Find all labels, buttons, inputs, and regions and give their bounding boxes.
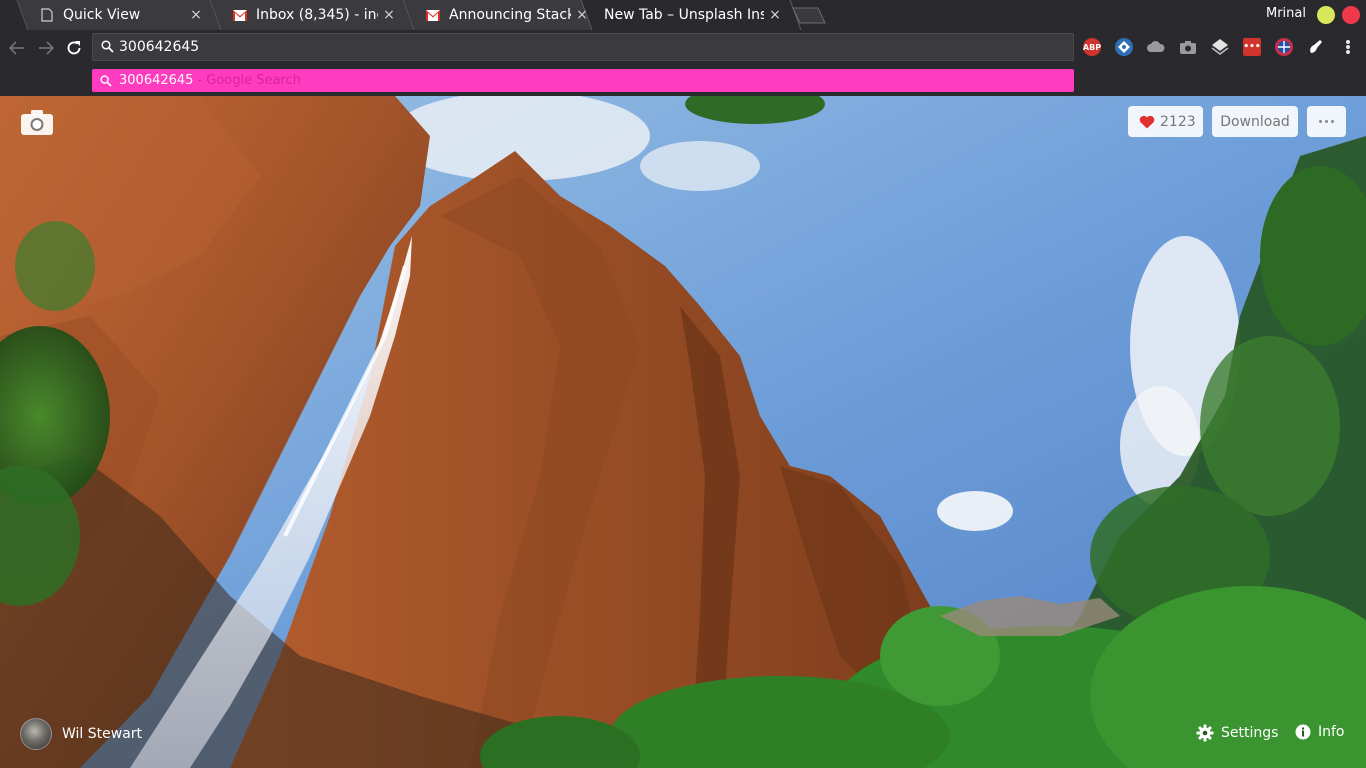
close-tab-icon[interactable]: ×: [768, 7, 782, 23]
author-name[interactable]: Wil Stewart: [62, 726, 142, 742]
close-tab-icon[interactable]: ×: [382, 7, 396, 23]
back-arrow-icon: [9, 41, 24, 55]
browser-menu-icon[interactable]: [1340, 38, 1356, 56]
background-photo: 2123 Download Wil Stewart Settings Info: [0, 96, 1366, 768]
tab-title: Inbox (8,345) - incre: [256, 7, 378, 23]
globe-icon[interactable]: [1275, 38, 1293, 56]
avatar: [20, 718, 52, 750]
brush-icon[interactable]: [1307, 38, 1325, 56]
close-tab-icon[interactable]: ×: [575, 7, 589, 23]
info-icon: [1295, 724, 1311, 740]
search-suggestion[interactable]: 300642645 - Google Search: [92, 69, 1074, 92]
info-label: Info: [1318, 724, 1345, 740]
tab-title: New Tab – Unsplash Ins: [604, 7, 764, 23]
tab-inbox[interactable]: Inbox (8,345) - incre ×: [211, 0, 404, 30]
extension-blue-icon[interactable]: [1115, 38, 1133, 56]
suggestion-query: 300642645: [119, 73, 194, 88]
info-button[interactable]: Info: [1295, 724, 1345, 740]
minimize-button[interactable]: [1317, 6, 1335, 24]
gmail-icon: [233, 8, 247, 22]
red-extension-icon[interactable]: •••: [1243, 38, 1261, 56]
forward-button[interactable]: [35, 37, 57, 59]
canyon-photo: [0, 96, 1366, 768]
address-bar[interactable]: 300642645: [92, 33, 1074, 61]
settings-label: Settings: [1221, 725, 1279, 741]
settings-button[interactable]: Settings: [1196, 724, 1278, 742]
search-icon: [100, 74, 112, 87]
close-window-button[interactable]: [1342, 6, 1360, 24]
tab-title: Announcing Stack O: [449, 7, 571, 23]
gmail-icon: [426, 8, 440, 22]
heart-icon: [1139, 115, 1155, 128]
adblock-plus-icon[interactable]: ABP: [1083, 38, 1101, 56]
tab-title: Quick View: [63, 7, 141, 23]
layers-icon[interactable]: [1211, 38, 1229, 56]
forward-arrow-icon: [39, 41, 54, 55]
like-button[interactable]: 2123: [1128, 106, 1203, 137]
close-tab-icon[interactable]: ×: [189, 7, 203, 23]
search-icon: [101, 40, 114, 53]
cloud-icon[interactable]: [1147, 38, 1165, 56]
reload-button[interactable]: [63, 37, 85, 59]
photo-author[interactable]: Wil Stewart: [20, 718, 142, 750]
more-options-button[interactable]: [1307, 106, 1346, 137]
tab-announcing[interactable]: Announcing Stack O ×: [404, 0, 597, 30]
back-button[interactable]: [6, 37, 28, 59]
reload-icon: [67, 41, 81, 55]
download-button[interactable]: Download: [1212, 106, 1298, 137]
profile-name[interactable]: Mrinal: [1266, 6, 1306, 21]
gear-icon: [1196, 724, 1214, 742]
camera-icon[interactable]: [20, 108, 54, 136]
like-count: 2123: [1160, 113, 1196, 130]
tab-new-tab[interactable]: New Tab – Unsplash Ins ×: [582, 0, 790, 30]
page-icon: [40, 8, 54, 22]
tab-quick-view[interactable]: Quick View ×: [18, 0, 211, 30]
address-input-value[interactable]: 300642645: [119, 39, 199, 55]
suggestion-hint: - Google Search: [197, 73, 301, 88]
camera-icon[interactable]: [1179, 38, 1197, 56]
new-tab-button[interactable]: [792, 7, 826, 24]
